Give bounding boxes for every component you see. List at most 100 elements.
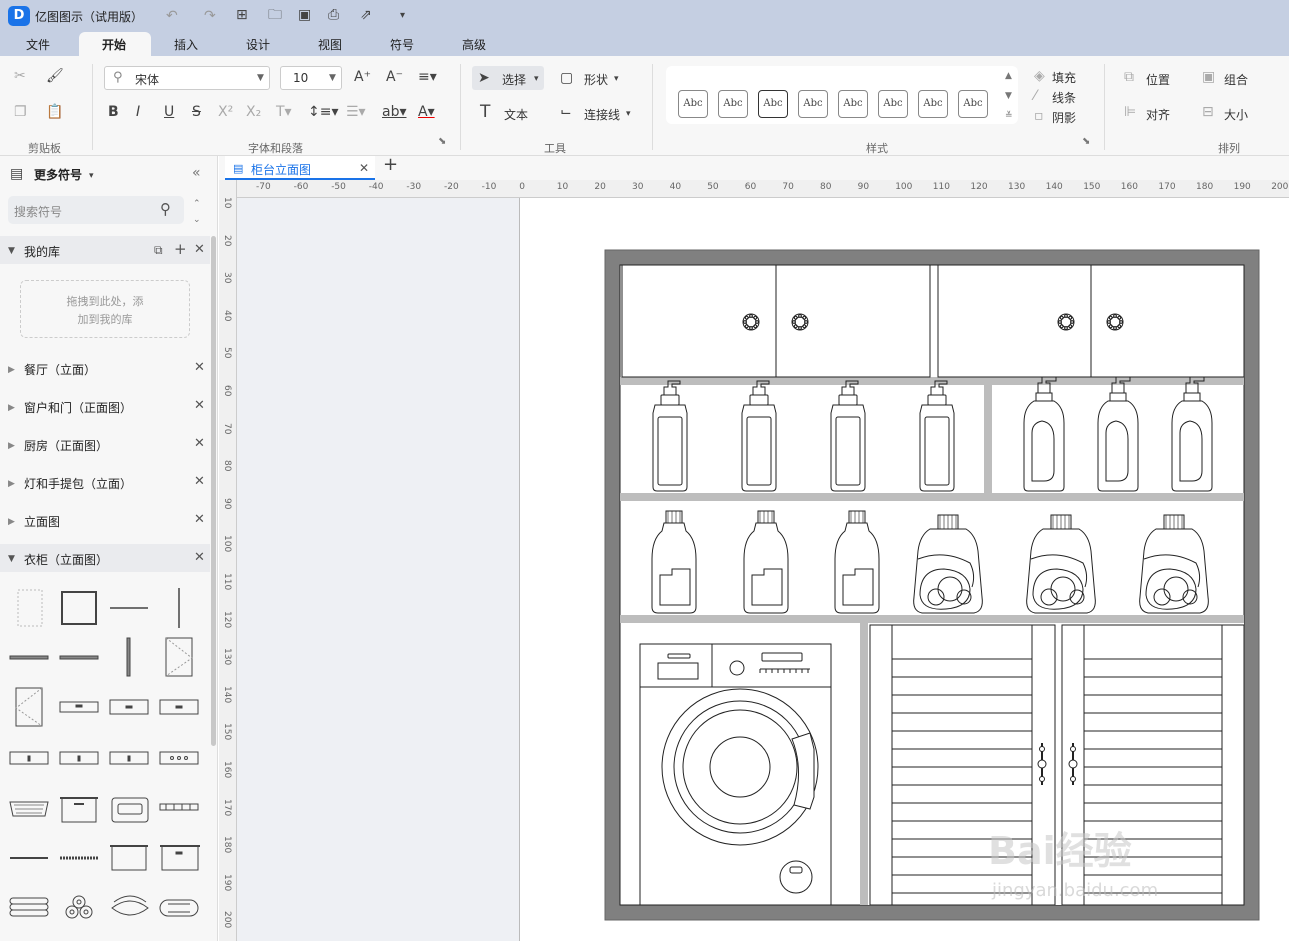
- line-label[interactable]: 线条: [1052, 89, 1076, 106]
- shape-icon[interactable]: ▢: [560, 70, 573, 86]
- style-sample[interactable]: Abc: [918, 90, 948, 118]
- library-item[interactable]: 立面图: [24, 513, 60, 530]
- copy-icon[interactable]: ❐: [14, 104, 27, 120]
- symbol-drawer[interactable]: [9, 751, 49, 765]
- shape-tool-label[interactable]: 形状: [584, 71, 608, 88]
- cut-icon[interactable]: ✂: [14, 68, 26, 84]
- new-file-icon[interactable]: ⊞: [236, 7, 248, 23]
- symbol-square-frame[interactable]: [61, 591, 97, 625]
- symbol-drawer[interactable]: [109, 699, 149, 715]
- symbol-search-box[interactable]: 搜索符号 ⚲: [8, 196, 184, 224]
- close-icon[interactable]: ✕: [359, 160, 369, 176]
- gallery-more-icon[interactable]: ≚: [1005, 108, 1013, 124]
- subscript-icon[interactable]: X₂: [246, 104, 261, 120]
- superscript-icon[interactable]: X²: [218, 104, 233, 120]
- open-library-header[interactable]: ▼ 衣柜（立面图） ✕: [0, 544, 210, 572]
- symbol-pillows[interactable]: [111, 895, 149, 916]
- sidebar-title[interactable]: 更多符号: [34, 166, 82, 183]
- symbol-drawer[interactable]: [109, 751, 149, 765]
- library-item[interactable]: 窗户和门（正面图）: [24, 399, 132, 416]
- menu-advanced[interactable]: 高级: [462, 36, 486, 53]
- align-label[interactable]: 对齐: [1146, 106, 1170, 123]
- export-icon[interactable]: ⇗: [360, 7, 372, 23]
- library-item[interactable]: 餐厅（立面）: [24, 361, 96, 378]
- size-label[interactable]: 大小: [1224, 106, 1248, 123]
- symbol-rolled-blanket[interactable]: [159, 899, 199, 917]
- underline-icon[interactable]: U: [164, 104, 174, 120]
- gallery-down-icon[interactable]: ▼: [1005, 88, 1012, 104]
- style-sample[interactable]: Abc: [798, 90, 828, 118]
- symbol-drawer[interactable]: [59, 701, 99, 713]
- align-icon[interactable]: ≡▾: [418, 69, 437, 85]
- symbol-drawer[interactable]: [159, 699, 199, 715]
- symbol-basket[interactable]: [9, 801, 49, 817]
- close-icon[interactable]: ✕: [194, 550, 205, 566]
- connector-icon[interactable]: ⌙: [560, 104, 572, 120]
- strikethrough-icon[interactable]: S: [192, 104, 201, 120]
- symbol-box-with-lid[interactable]: [160, 845, 200, 871]
- menu-file[interactable]: 文件: [26, 36, 50, 53]
- bold-icon[interactable]: B: [108, 104, 119, 120]
- connector-tool-label[interactable]: 连接线: [584, 106, 620, 123]
- dialog-launcher-icon[interactable]: ⬊: [438, 134, 446, 150]
- document-tab[interactable]: ▤ 柜台立面图 ✕: [225, 156, 375, 180]
- symbol-folded-towels[interactable]: [9, 897, 49, 917]
- close-icon[interactable]: ✕: [194, 242, 205, 258]
- menu-insert[interactable]: 插入: [174, 36, 198, 53]
- line-spacing-icon[interactable]: ↕≡▾: [308, 104, 339, 120]
- symbol-box-with-lid[interactable]: [110, 845, 148, 871]
- size-icon[interactable]: ⊟: [1202, 104, 1214, 120]
- shadow-label[interactable]: 阴影: [1052, 109, 1076, 126]
- library-item[interactable]: 灯和手提包（立面）: [24, 475, 132, 492]
- print-icon[interactable]: ⎙: [328, 7, 339, 23]
- library-item[interactable]: 厨房（正面图）: [24, 437, 108, 454]
- group-icon[interactable]: ▣: [1202, 69, 1215, 85]
- collapse-sidebar-icon[interactable]: «: [192, 165, 201, 181]
- symbol-door-panel[interactable]: [165, 637, 193, 677]
- symbol-shoe-rack[interactable]: [159, 803, 199, 811]
- close-icon[interactable]: ✕: [194, 474, 205, 489]
- line-icon[interactable]: ⁄: [1034, 88, 1036, 104]
- symbol-vertical-panel[interactable]: [126, 637, 131, 677]
- position-label[interactable]: 位置: [1146, 71, 1170, 88]
- my-library-header[interactable]: ▼ 我的库 ⧉ + ✕: [0, 236, 210, 264]
- font-color-icon[interactable]: A▾: [418, 104, 435, 120]
- text-case-icon[interactable]: T▾: [276, 104, 292, 120]
- font-name-select[interactable]: ⚲ 宋体 ▼: [104, 66, 270, 90]
- menu-start[interactable]: 开始: [102, 36, 126, 53]
- sidebar-scrollbar[interactable]: [211, 236, 216, 746]
- add-tab-icon[interactable]: +: [383, 156, 398, 174]
- symbol-drawer-triple[interactable]: [159, 751, 199, 765]
- menu-view[interactable]: 视图: [318, 36, 342, 53]
- library-drop-zone[interactable]: 拖拽到此处，添 加到我的库: [20, 280, 190, 338]
- style-sample[interactable]: Abc: [758, 90, 788, 118]
- scroll-down-icon[interactable]: ⌄: [193, 212, 201, 228]
- open-folder-icon[interactable]: 🗀: [268, 7, 282, 23]
- bullet-list-icon[interactable]: ☰▾: [346, 104, 366, 120]
- style-sample[interactable]: Abc: [838, 90, 868, 118]
- symbol-door-panel[interactable]: [15, 687, 43, 727]
- search-icon[interactable]: ⚲: [160, 201, 171, 217]
- import-icon[interactable]: ⧉: [154, 242, 163, 258]
- menu-symbols[interactable]: 符号: [390, 36, 414, 53]
- font-size-select[interactable]: 10 ▼: [280, 66, 342, 90]
- text-tool-icon[interactable]: T: [480, 104, 490, 121]
- fill-label[interactable]: 填充: [1052, 69, 1076, 86]
- symbol-wardrobe-outline[interactable]: [17, 589, 43, 627]
- menu-design[interactable]: 设计: [246, 36, 270, 53]
- symbol-shelf[interactable]: [9, 655, 49, 660]
- style-sample[interactable]: Abc: [678, 90, 708, 118]
- position-icon[interactable]: ⧉: [1124, 69, 1134, 85]
- symbol-shelf[interactable]: [59, 655, 99, 660]
- style-sample[interactable]: Abc: [958, 90, 988, 118]
- text-tool-label[interactable]: 文本: [504, 106, 528, 123]
- paste-icon[interactable]: 📋: [46, 104, 63, 120]
- dialog-launcher-icon[interactable]: ⬊: [1082, 134, 1090, 150]
- close-icon[interactable]: ✕: [194, 398, 205, 413]
- redo-icon[interactable]: ↷: [204, 8, 216, 24]
- gallery-up-icon[interactable]: ▲: [1005, 68, 1012, 84]
- highlight-icon[interactable]: ab▾: [382, 104, 407, 120]
- symbol-storage-box[interactable]: [60, 797, 98, 823]
- quick-access-dropdown-icon[interactable]: ▾: [400, 8, 405, 24]
- symbol-drawer[interactable]: [59, 751, 99, 765]
